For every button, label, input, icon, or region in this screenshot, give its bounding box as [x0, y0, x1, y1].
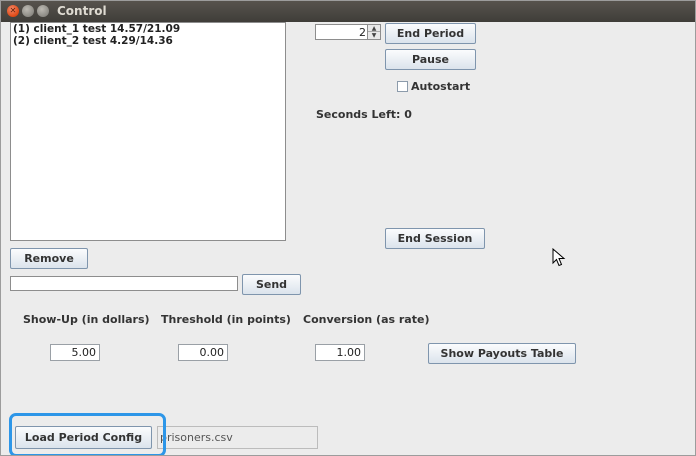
list-item[interactable]: (1) client_1 test 14.57/21.09 — [11, 23, 285, 35]
send-button[interactable]: Send — [242, 274, 301, 295]
minimize-icon[interactable] — [22, 5, 34, 17]
period-spinner[interactable]: 2 ▲ ▼ — [315, 24, 381, 40]
seconds-left-label: Seconds Left: 0 — [316, 108, 412, 121]
control-window: ✕ Control (1) client_1 test 14.57/21.09 … — [0, 0, 696, 456]
close-icon[interactable]: ✕ — [7, 5, 19, 17]
showup-label: Show-Up (in dollars) — [23, 313, 150, 326]
threshold-field[interactable]: 0.00 — [178, 344, 228, 361]
spinner-up-icon[interactable]: ▲ — [368, 25, 380, 32]
mouse-pointer-icon — [552, 248, 566, 267]
pause-button[interactable]: Pause — [385, 49, 476, 70]
autostart-label: Autostart — [411, 80, 471, 93]
client-list[interactable]: (1) client_1 test 14.57/21.09 (2) client… — [10, 22, 286, 241]
remove-button[interactable]: Remove — [10, 248, 88, 269]
maximize-icon[interactable] — [37, 5, 49, 17]
list-item[interactable]: (2) client_2 test 4.29/14.36 — [11, 35, 285, 47]
conversion-field[interactable]: 1.00 — [315, 344, 365, 361]
highlight-box — [9, 413, 166, 455]
showup-field[interactable]: 5.00 — [50, 344, 100, 361]
spinner-down-icon[interactable]: ▼ — [368, 32, 380, 39]
threshold-label: Threshold (in points) — [161, 313, 291, 326]
end-session-button[interactable]: End Session — [385, 228, 485, 249]
config-filename-field: prisoners.csv — [157, 426, 318, 449]
end-period-button[interactable]: End Period — [385, 23, 476, 44]
window-title: Control — [57, 4, 107, 18]
spinner-arrows[interactable]: ▲ ▼ — [367, 25, 380, 39]
title-bar: ✕ Control — [1, 1, 695, 22]
conversion-label: Conversion (as rate) — [303, 313, 430, 326]
message-input[interactable] — [10, 276, 238, 291]
autostart-checkbox[interactable] — [397, 81, 408, 92]
period-spinner-value[interactable]: 2 — [359, 26, 366, 39]
show-payouts-button[interactable]: Show Payouts Table — [428, 343, 576, 364]
